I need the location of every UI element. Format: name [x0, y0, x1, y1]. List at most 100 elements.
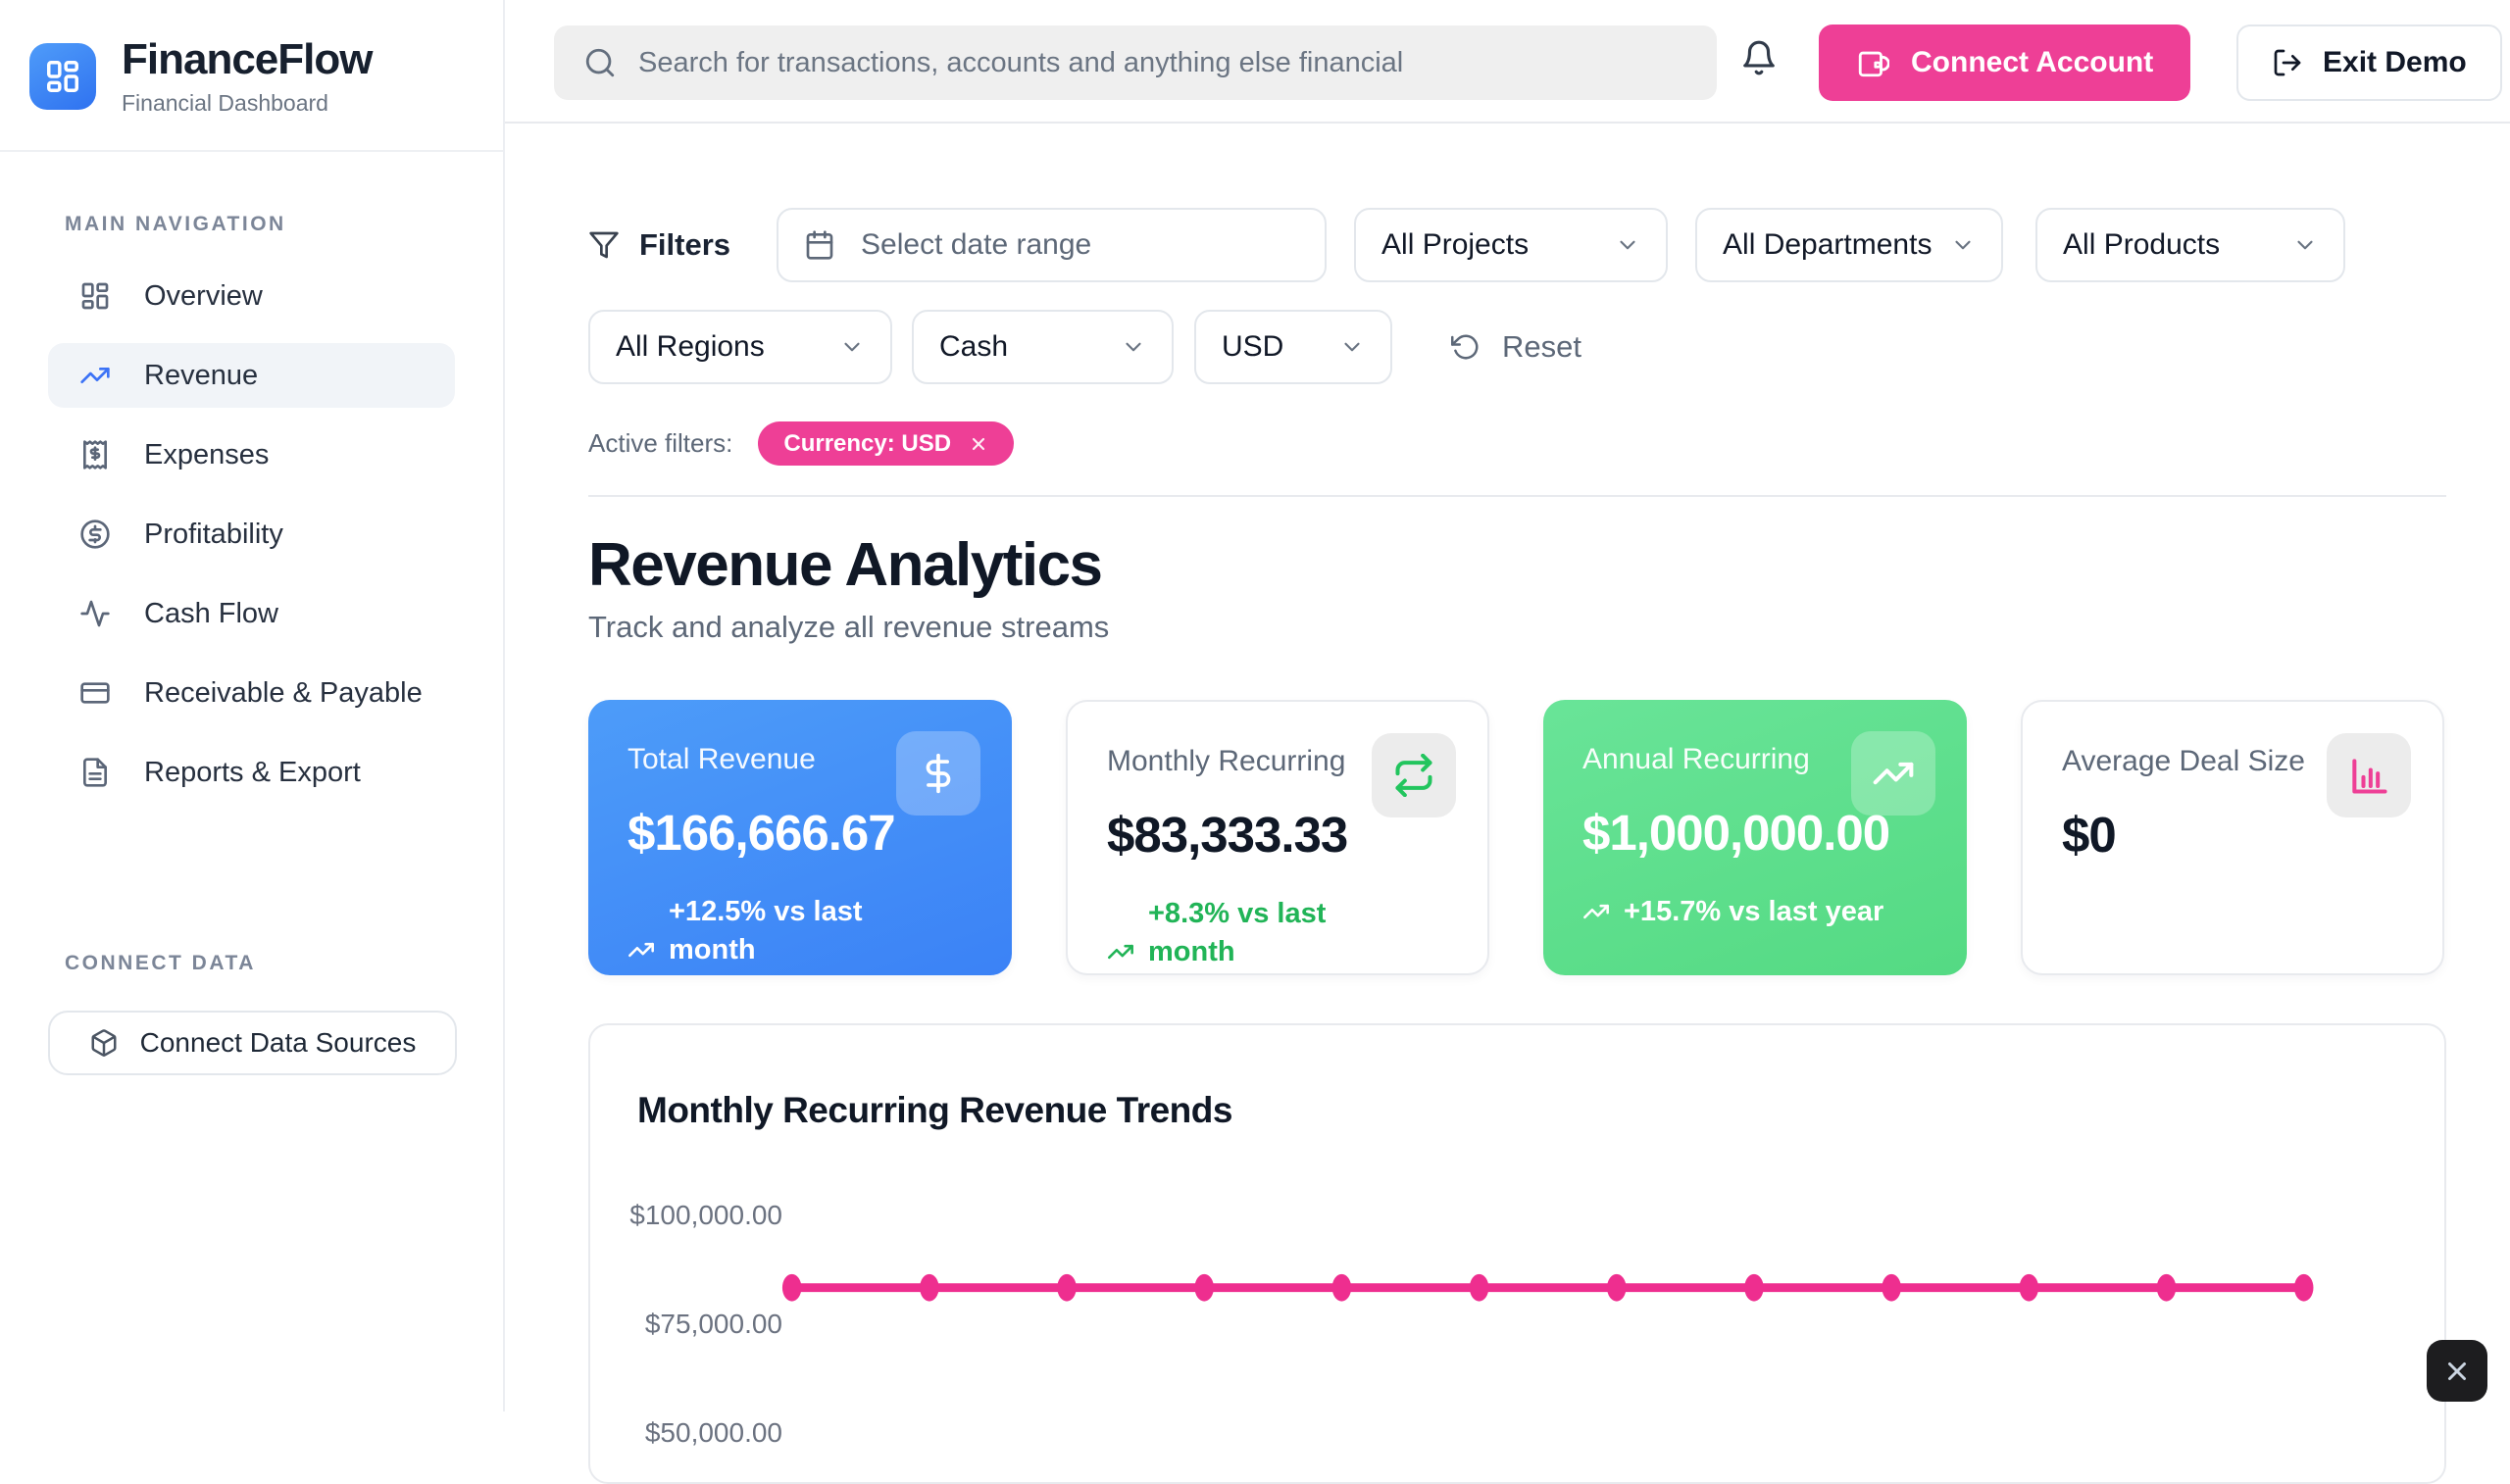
page-subtitle: Track and analyze all revenue streams [588, 610, 2446, 645]
sidebar-item-label: Cash Flow [144, 598, 278, 630]
connect-data-sources-button[interactable]: Connect Data Sources [48, 1011, 457, 1075]
stat-change-text: +8.3% vs last month [1148, 895, 1369, 971]
search-input[interactable] [638, 47, 1687, 79]
nav-section-heading: MAIN NAVIGATION [65, 213, 503, 236]
date-range-placeholder: Select date range [861, 228, 1091, 262]
active-filter-chip[interactable]: Currency: USD [758, 421, 1014, 466]
sidebar-item-expenses[interactable]: Expenses [48, 422, 455, 487]
stat-cards-row: Total Revenue $166,666.67 +12.5% vs last… [588, 700, 2446, 975]
sidebar-item-label: Profitability [144, 519, 283, 551]
rotate-ccw-icon [1451, 332, 1481, 362]
connect-account-label: Connect Account [1911, 46, 2153, 79]
search-box[interactable] [554, 25, 1717, 100]
accounting-basis-dropdown[interactable]: Cash [912, 310, 1174, 384]
products-dropdown[interactable]: All Products [2035, 208, 2345, 282]
stat-change: +12.5% vs last month [628, 893, 973, 969]
sidebar-item-reports-export[interactable]: Reports & Export [48, 740, 455, 805]
close-icon[interactable] [969, 434, 988, 454]
cube-icon [89, 1028, 119, 1058]
circle-dollar-icon [79, 519, 111, 550]
sidebar-divider [0, 150, 503, 152]
main-navigation: Overview Revenue Expenses Profitability … [0, 264, 503, 805]
chevron-down-icon [1615, 232, 1640, 258]
data-point [782, 1274, 801, 1302]
regions-dropdown[interactable]: All Regions [588, 310, 892, 384]
notifications-button[interactable] [1740, 39, 1778, 76]
sidebar-item-label: Revenue [144, 360, 258, 392]
file-text-icon [79, 757, 111, 788]
data-point [2157, 1274, 2176, 1302]
stat-change: +8.3% vs last month [1107, 895, 1448, 971]
trending-up-icon [1582, 898, 1610, 925]
exit-demo-button[interactable]: Exit Demo [2236, 25, 2502, 101]
exit-demo-label: Exit Demo [2323, 46, 2467, 79]
repeat-icon [1372, 733, 1456, 817]
reset-filters-button[interactable]: Reset [1451, 329, 1581, 365]
filters-row-2: All Regions Cash USD Reset [588, 310, 2446, 384]
projects-dropdown-value: All Projects [1381, 228, 1529, 262]
stat-change-text: +12.5% vs last month [669, 893, 889, 969]
connect-data-sources-label: Connect Data Sources [140, 1027, 417, 1059]
stat-card-total-revenue: Total Revenue $166,666.67 +12.5% vs last… [588, 700, 1012, 975]
stat-change: +15.7% vs last year [1582, 893, 1928, 931]
bar-chart-icon [2327, 733, 2411, 817]
chevron-down-icon [839, 334, 865, 360]
close-overlay-button[interactable] [2427, 1340, 2487, 1402]
sidebar-item-cash-flow[interactable]: Cash Flow [48, 581, 455, 646]
trending-up-icon [79, 360, 111, 391]
chevron-down-icon [1121, 334, 1146, 360]
topbar: Connect Account Exit Demo [505, 0, 2510, 124]
filters-label-text: Filters [639, 227, 730, 263]
calendar-icon [804, 229, 835, 261]
currency-dropdown[interactable]: USD [1194, 310, 1392, 384]
departments-dropdown-value: All Departments [1723, 228, 1932, 262]
sidebar-item-label: Overview [144, 280, 263, 313]
chevron-down-icon [2292, 232, 2318, 258]
connect-data-heading: CONNECT DATA [65, 952, 503, 975]
filters-row-1: Filters Select date range All Projects A… [588, 208, 2446, 282]
logout-icon [2272, 47, 2303, 78]
sidebar-item-revenue[interactable]: Revenue [48, 343, 455, 408]
sidebar-item-profitability[interactable]: Profitability [48, 502, 455, 567]
data-point [920, 1274, 938, 1302]
data-point [2294, 1274, 2313, 1302]
currency-dropdown-value: USD [1222, 330, 1283, 364]
trending-up-icon [1851, 731, 1935, 816]
credit-card-icon [79, 677, 111, 709]
stat-change-text: +15.7% vs last year [1624, 893, 1883, 931]
chevron-down-icon [1339, 334, 1365, 360]
connect-account-button[interactable]: Connect Account [1819, 25, 2190, 101]
app-subtitle: Financial Dashboard [122, 90, 372, 117]
dashboard-icon [79, 280, 111, 312]
data-point [1882, 1274, 1900, 1302]
sidebar-item-receivable-payable[interactable]: Receivable & Payable [48, 661, 455, 725]
search-icon [583, 46, 617, 79]
brand: FinanceFlow Financial Dashboard [0, 0, 503, 150]
sidebar-item-overview[interactable]: Overview [48, 264, 455, 328]
filters-label: Filters [588, 227, 730, 263]
sidebar-item-label: Receivable & Payable [144, 677, 423, 710]
accounting-basis-value: Cash [939, 330, 1008, 364]
mrr-trends-chart-card: Monthly Recurring Revenue Trends $100,00… [588, 1023, 2446, 1484]
stat-card-average-deal-size: Average Deal Size $0 [2021, 700, 2444, 975]
data-point [2020, 1274, 2038, 1302]
sidebar-item-label: Expenses [144, 439, 269, 471]
wallet-icon [1856, 46, 1889, 79]
data-point [1607, 1274, 1626, 1302]
date-range-picker[interactable]: Select date range [777, 208, 1327, 282]
trending-up-icon [1107, 938, 1134, 965]
section-divider [588, 495, 2446, 497]
projects-dropdown[interactable]: All Projects [1354, 208, 1668, 282]
receipt-icon [79, 439, 111, 470]
departments-dropdown[interactable]: All Departments [1695, 208, 2003, 282]
products-dropdown-value: All Products [2063, 228, 2220, 262]
mrr-line-chart[interactable] [590, 1025, 2444, 1482]
funnel-icon [588, 229, 620, 261]
stat-card-monthly-recurring: Monthly Recurring $83,333.33 +8.3% vs la… [1066, 700, 1489, 975]
main-content: Filters Select date range All Projects A… [505, 124, 2510, 1411]
activity-icon [79, 598, 111, 629]
dollar-icon [896, 731, 980, 816]
app-logo-icon [29, 43, 96, 110]
sidebar-item-label: Reports & Export [144, 757, 361, 789]
reset-label: Reset [1502, 329, 1581, 365]
